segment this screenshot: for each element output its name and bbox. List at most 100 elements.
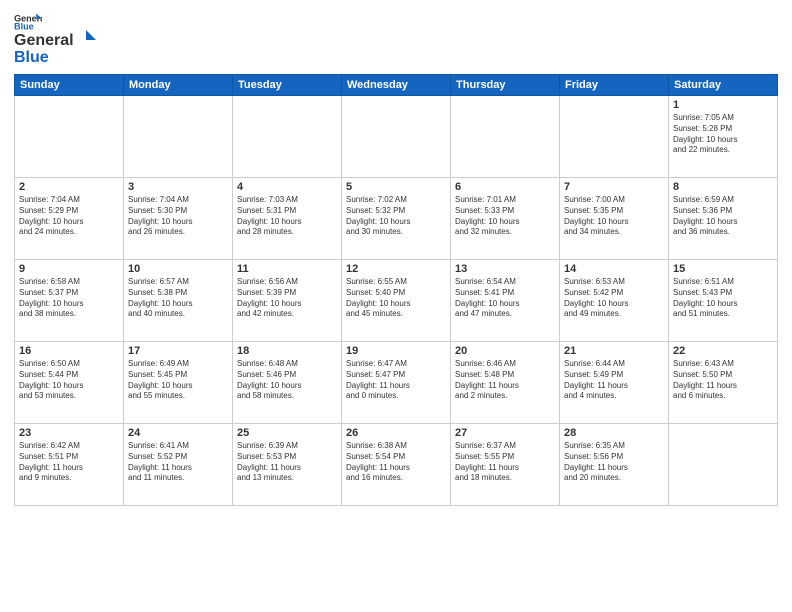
logo-svg: General Blue	[14, 28, 104, 66]
day-number: 2	[19, 181, 119, 193]
day-info: Sunrise: 7:04 AM Sunset: 5:30 PM Dayligh…	[128, 195, 228, 238]
day-info: Sunrise: 6:46 AM Sunset: 5:48 PM Dayligh…	[455, 359, 555, 402]
day-number: 11	[237, 263, 337, 275]
weekday-monday: Monday	[124, 75, 233, 96]
weekday-saturday: Saturday	[669, 75, 778, 96]
day-cell: 15 Sunrise: 6:51 AM Sunset: 5:43 PM Dayli…	[669, 260, 778, 342]
weekday-tuesday: Tuesday	[233, 75, 342, 96]
svg-text:General: General	[14, 32, 74, 49]
day-info: Sunrise: 7:02 AM Sunset: 5:32 PM Dayligh…	[346, 195, 446, 238]
day-cell	[124, 96, 233, 178]
day-number: 22	[673, 345, 773, 357]
day-cell: 3 Sunrise: 7:04 AM Sunset: 5:30 PM Daylig…	[124, 178, 233, 260]
day-cell: 22Sunrise: 6:43 AM Sunset: 5:50 PM Dayli…	[669, 342, 778, 424]
day-number: 3	[128, 181, 228, 193]
day-cell: 18 Sunrise: 6:48 AM Sunset: 5:46 PM Dayli…	[233, 342, 342, 424]
day-cell: 27 Sunrise: 6:37 AM Sunset: 5:55 PM Dayli…	[451, 424, 560, 506]
day-cell: 9 Sunrise: 6:58 AM Sunset: 5:37 PM Daylig…	[15, 260, 124, 342]
day-number: 21	[564, 345, 664, 357]
week-row-3: 9 Sunrise: 6:58 AM Sunset: 5:37 PM Daylig…	[15, 260, 778, 342]
day-info: Sunrise: 7:01 AM Sunset: 5:33 PM Dayligh…	[455, 195, 555, 238]
day-cell	[342, 96, 451, 178]
day-number: 15	[673, 263, 773, 275]
day-info: Sunrise: 6:41 AM Sunset: 5:52 PM Dayligh…	[128, 441, 228, 484]
header: General Blue General Blue	[14, 12, 778, 66]
day-number: 23	[19, 427, 119, 439]
day-number: 4	[237, 181, 337, 193]
weekday-header-row: SundayMondayTuesdayWednesdayThursdayFrid…	[15, 75, 778, 96]
day-info: Sunrise: 7:03 AM Sunset: 5:31 PM Dayligh…	[237, 195, 337, 238]
day-cell: 6 Sunrise: 7:01 AM Sunset: 5:33 PM Daylig…	[451, 178, 560, 260]
day-info: Sunrise: 6:51 AM Sunset: 5:43 PM Dayligh…	[673, 277, 773, 320]
day-number: 24	[128, 427, 228, 439]
day-cell: 25 Sunrise: 6:39 AM Sunset: 5:53 PM Dayli…	[233, 424, 342, 506]
day-cell: 7 Sunrise: 7:00 AM Sunset: 5:35 PM Daylig…	[560, 178, 669, 260]
day-info: Sunrise: 6:55 AM Sunset: 5:40 PM Dayligh…	[346, 277, 446, 320]
day-number: 14	[564, 263, 664, 275]
day-info: Sunrise: 6:42 AM Sunset: 5:51 PM Dayligh…	[19, 441, 119, 484]
week-row-4: 16Sunrise: 6:50 AM Sunset: 5:44 PM Dayli…	[15, 342, 778, 424]
logo: General Blue General Blue	[14, 12, 104, 66]
day-number: 1	[673, 99, 773, 111]
day-cell: 16Sunrise: 6:50 AM Sunset: 5:44 PM Dayli…	[15, 342, 124, 424]
day-number: 16	[19, 345, 119, 357]
day-info: Sunrise: 6:35 AM Sunset: 5:56 PM Dayligh…	[564, 441, 664, 484]
day-number: 26	[346, 427, 446, 439]
day-info: Sunrise: 6:58 AM Sunset: 5:37 PM Dayligh…	[19, 277, 119, 320]
day-cell: 2Sunrise: 7:04 AM Sunset: 5:29 PM Daylig…	[15, 178, 124, 260]
day-cell: 10 Sunrise: 6:57 AM Sunset: 5:38 PM Dayli…	[124, 260, 233, 342]
day-info: Sunrise: 6:57 AM Sunset: 5:38 PM Dayligh…	[128, 277, 228, 320]
day-info: Sunrise: 6:48 AM Sunset: 5:46 PM Dayligh…	[237, 359, 337, 402]
day-cell: 4 Sunrise: 7:03 AM Sunset: 5:31 PM Daylig…	[233, 178, 342, 260]
day-info: Sunrise: 6:56 AM Sunset: 5:39 PM Dayligh…	[237, 277, 337, 320]
page: General Blue General Blue SundayMondayTu…	[0, 0, 792, 612]
svg-text:Blue: Blue	[14, 49, 49, 66]
day-cell: 26 Sunrise: 6:38 AM Sunset: 5:54 PM Dayli…	[342, 424, 451, 506]
day-number: 17	[128, 345, 228, 357]
day-number: 9	[19, 263, 119, 275]
day-cell: 19 Sunrise: 6:47 AM Sunset: 5:47 PM Dayli…	[342, 342, 451, 424]
day-info: Sunrise: 6:38 AM Sunset: 5:54 PM Dayligh…	[346, 441, 446, 484]
day-cell	[451, 96, 560, 178]
day-number: 28	[564, 427, 664, 439]
day-number: 5	[346, 181, 446, 193]
day-info: Sunrise: 6:53 AM Sunset: 5:42 PM Dayligh…	[564, 277, 664, 320]
day-info: Sunrise: 6:49 AM Sunset: 5:45 PM Dayligh…	[128, 359, 228, 402]
day-number: 20	[455, 345, 555, 357]
day-number: 12	[346, 263, 446, 275]
day-cell: 24 Sunrise: 6:41 AM Sunset: 5:52 PM Dayli…	[124, 424, 233, 506]
day-cell: 13Sunrise: 6:54 AM Sunset: 5:41 PM Dayli…	[451, 260, 560, 342]
day-cell	[560, 96, 669, 178]
day-cell	[233, 96, 342, 178]
day-cell: 28 Sunrise: 6:35 AM Sunset: 5:56 PM Dayli…	[560, 424, 669, 506]
day-number: 19	[346, 345, 446, 357]
day-info: Sunrise: 7:05 AM Sunset: 5:28 PM Dayligh…	[673, 113, 773, 156]
day-info: Sunrise: 7:00 AM Sunset: 5:35 PM Dayligh…	[564, 195, 664, 238]
week-row-2: 2Sunrise: 7:04 AM Sunset: 5:29 PM Daylig…	[15, 178, 778, 260]
day-number: 6	[455, 181, 555, 193]
day-cell: 12 Sunrise: 6:55 AM Sunset: 5:40 PM Dayli…	[342, 260, 451, 342]
day-cell: 1 Sunrise: 7:05 AM Sunset: 5:28 PM Daylig…	[669, 96, 778, 178]
day-number: 10	[128, 263, 228, 275]
calendar-table: SundayMondayTuesdayWednesdayThursdayFrid…	[14, 74, 778, 506]
day-number: 8	[673, 181, 773, 193]
day-cell: 8 Sunrise: 6:59 AM Sunset: 5:36 PM Daylig…	[669, 178, 778, 260]
day-cell	[669, 424, 778, 506]
day-cell: 14 Sunrise: 6:53 AM Sunset: 5:42 PM Dayli…	[560, 260, 669, 342]
day-number: 7	[564, 181, 664, 193]
weekday-sunday: Sunday	[15, 75, 124, 96]
day-info: Sunrise: 6:54 AM Sunset: 5:41 PM Dayligh…	[455, 277, 555, 320]
day-number: 25	[237, 427, 337, 439]
day-number: 27	[455, 427, 555, 439]
weekday-thursday: Thursday	[451, 75, 560, 96]
week-row-1: 1 Sunrise: 7:05 AM Sunset: 5:28 PM Daylig…	[15, 96, 778, 178]
day-info: Sunrise: 6:47 AM Sunset: 5:47 PM Dayligh…	[346, 359, 446, 402]
day-cell: 20 Sunrise: 6:46 AM Sunset: 5:48 PM Dayli…	[451, 342, 560, 424]
day-info: Sunrise: 6:59 AM Sunset: 5:36 PM Dayligh…	[673, 195, 773, 238]
day-number: 18	[237, 345, 337, 357]
day-info: Sunrise: 6:37 AM Sunset: 5:55 PM Dayligh…	[455, 441, 555, 484]
week-row-5: 23 Sunrise: 6:42 AM Sunset: 5:51 PM Dayli…	[15, 424, 778, 506]
day-cell: 5 Sunrise: 7:02 AM Sunset: 5:32 PM Daylig…	[342, 178, 451, 260]
day-info: Sunrise: 6:39 AM Sunset: 5:53 PM Dayligh…	[237, 441, 337, 484]
day-info: Sunrise: 6:44 AM Sunset: 5:49 PM Dayligh…	[564, 359, 664, 402]
